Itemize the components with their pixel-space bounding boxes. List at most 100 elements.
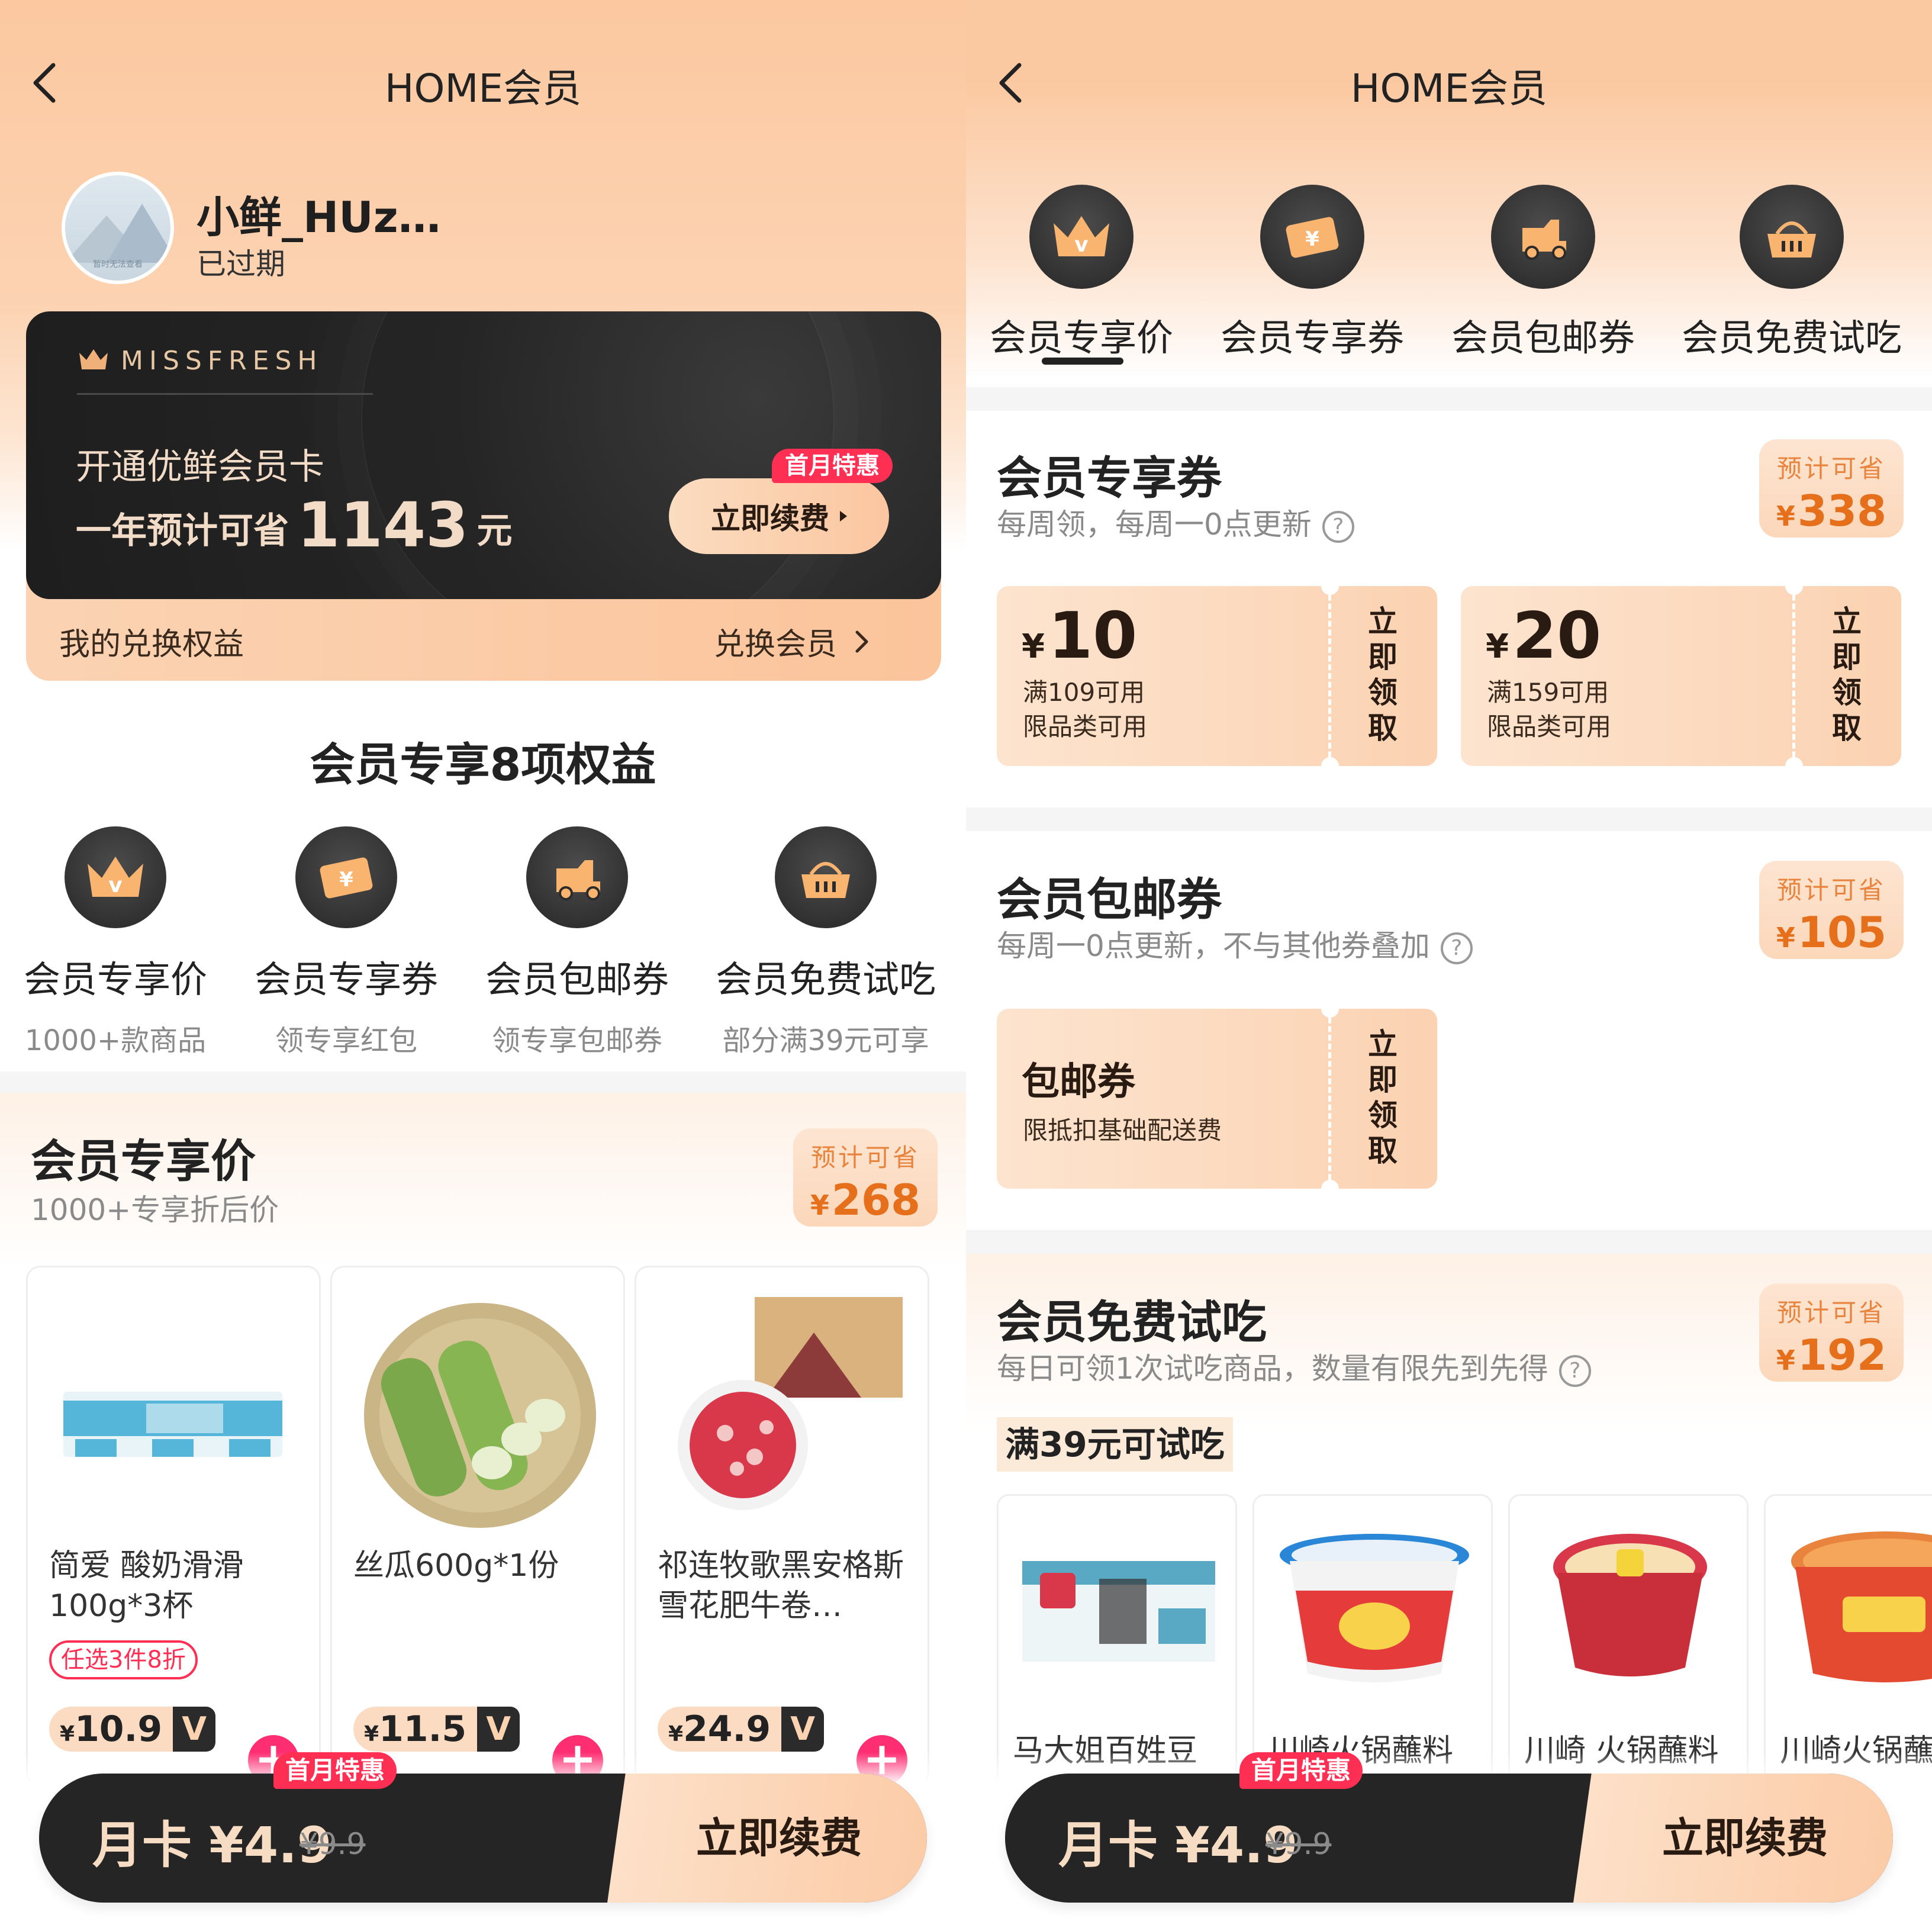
coupon-icon: ¥ [295, 826, 397, 928]
estimated-savings-badge: 预计可省 ¥105 [1759, 861, 1904, 959]
username: 小鲜_HUz… [197, 192, 441, 242]
product-card[interactable]: 祁连牧歌黑安格斯雪花肥牛卷… ¥24.9 V + [635, 1266, 929, 1787]
first-month-badge: 首月特惠 [273, 1752, 397, 1789]
renew-button[interactable]: 立即续费 [669, 478, 889, 554]
product-image [678, 1297, 903, 1510]
product-image [364, 1303, 596, 1528]
member-price: ¥24.9 V [658, 1705, 825, 1753]
original-price: ¥9.9 [300, 1827, 366, 1861]
coupon-description: 限抵扣基础配送费 [1023, 1116, 1222, 1145]
avatar-caption: 暂时无法查看 [93, 260, 143, 269]
section-subtitle: 每日可领1次试吃商品，数量有限先到先得? [997, 1345, 1591, 1388]
coupon-title: 包邮券 [1022, 1060, 1135, 1104]
active-tab-indicator [1042, 358, 1123, 365]
section-title: 会员专享券 [997, 452, 1222, 504]
svg-text:¥: ¥ [1305, 227, 1319, 251]
renew-bar: 月卡 ¥4.9 ¥9.9 立即续费 [1005, 1774, 1893, 1903]
product-image [1553, 1534, 1707, 1676]
brand-name: MISSFRESH [121, 346, 323, 376]
claim-coupon-button[interactable]: 立即领取 [1359, 604, 1406, 746]
monthly-card-price: 月卡 ¥4.9 [1058, 1816, 1298, 1874]
right-screen: HOME会员 v 会员专享价 ¥ 会员专享券 会员包邮券 会员免费试吃 会员专享… [966, 0, 1932, 1931]
divider [0, 1071, 966, 1093]
page-title: HOME会员 [1350, 66, 1548, 111]
coupon-amount: 10 [1048, 599, 1138, 673]
redeem-membership-link[interactable]: 兑换会员 [714, 619, 837, 664]
chevron-right-icon[interactable] [852, 627, 871, 656]
product-image [63, 1392, 282, 1457]
left-screen: HOME会员 暂时无法查看 小鲜_HUz… 已过期 MISSFRESH 开通优鲜… [0, 0, 966, 1931]
tab-free-trial[interactable]: 会员免费试吃 [1676, 185, 1907, 361]
card-savings: 一年预计可省 1143 元 [76, 489, 513, 561]
section-title: 会员专享价 [31, 1135, 256, 1187]
promo-tag: 任选3件8折 [49, 1640, 198, 1679]
estimated-savings-badge: 预计可省 ¥268 [793, 1128, 938, 1227]
benefit-member-coupon[interactable]: ¥ 会员专享券 领专享红包 [231, 826, 462, 1058]
vip-badge: V [477, 1707, 520, 1752]
divider [966, 1230, 1932, 1254]
section-subtitle: 每周一0点更新，不与其他券叠加? [997, 922, 1473, 965]
first-month-badge: 首月特惠 [772, 449, 893, 483]
trial-threshold-tag: 满39元可试吃 [997, 1417, 1233, 1472]
estimated-savings-badge: 预计可省 ¥338 [1759, 439, 1904, 538]
basket-icon [775, 826, 877, 928]
product-name: 丝瓜600g*1份 [353, 1548, 559, 1584]
divider [966, 387, 1932, 411]
benefit-free-trial[interactable]: 会员免费试吃 部分满39元可享 [710, 826, 941, 1058]
help-icon[interactable]: ? [1440, 932, 1473, 964]
product-image [1280, 1534, 1469, 1682]
section-title: 会员包邮券 [997, 873, 1222, 926]
monthly-card-price: 月卡 ¥4.9 [92, 1816, 332, 1874]
first-month-badge: 首月特惠 [1239, 1752, 1363, 1789]
section-subtitle: 1000+专享折后价 [31, 1193, 279, 1227]
coupon-icon: ¥ [1260, 185, 1364, 289]
divider [77, 393, 373, 395]
section-title: 会员免费试吃 [997, 1296, 1267, 1349]
coupon-condition: 满159可用 [1487, 678, 1609, 707]
original-price: ¥9.9 [1266, 1827, 1332, 1861]
benefits-title: 会员专享8项权益 [310, 738, 656, 791]
product-card[interactable]: 丝瓜600g*1份 ¥11.5 V + [330, 1266, 625, 1787]
product-name: 简爱 酸奶滑滑100g*3杯 [49, 1548, 244, 1624]
renew-now-button[interactable]: 立即续费 [631, 1774, 927, 1903]
benefit-member-price[interactable]: v 会员专享价 1000+款商品 [0, 826, 231, 1058]
product-name: 祁连牧歌黑安格斯雪花肥牛卷… [658, 1548, 904, 1624]
delivery-truck-icon [526, 826, 628, 928]
renew-bar: 月卡 ¥4.9 ¥9.9 立即续费 [39, 1774, 927, 1903]
play-arrow-icon [840, 511, 847, 522]
renew-now-button[interactable]: 立即续费 [1597, 1774, 1893, 1903]
svg-text:v: v [108, 873, 122, 897]
basket-icon [1740, 185, 1844, 289]
coupon-card: ¥20 满159可用 限品类可用 立即领取 [1461, 586, 1901, 766]
tab-member-coupon[interactable]: ¥ 会员专享券 [1197, 185, 1428, 361]
vip-badge: V [781, 1707, 825, 1752]
coupon-amount: 20 [1512, 599, 1602, 673]
my-redeem-benefits[interactable]: 我的兑换权益 [59, 619, 244, 664]
divider [966, 807, 1932, 831]
product-image [1022, 1561, 1215, 1662]
benefit-free-shipping[interactable]: 会员包邮券 领专享包邮券 [462, 826, 693, 1058]
member-price: ¥10.9 V [49, 1705, 216, 1753]
section-subtitle: 每周领，每周一0点更新? [997, 501, 1354, 543]
crown-icon: v [65, 826, 166, 928]
member-price: ¥11.5 V [353, 1705, 520, 1753]
vip-badge: V [173, 1707, 216, 1752]
estimated-savings-badge: 预计可省 ¥192 [1759, 1283, 1904, 1382]
claim-coupon-button[interactable]: 立即领取 [1359, 1026, 1406, 1169]
delivery-truck-icon [1491, 185, 1595, 289]
tab-free-shipping[interactable]: 会员包邮券 [1428, 185, 1659, 361]
card-headline: 开通优鲜会员卡 [76, 446, 324, 488]
coupon-scope: 限品类可用 [1023, 712, 1148, 741]
avatar[interactable]: 暂时无法查看 [62, 172, 174, 284]
help-icon[interactable]: ? [1322, 510, 1354, 543]
svg-text:¥: ¥ [339, 868, 353, 892]
crown-icon [79, 349, 108, 369]
product-image [1791, 1531, 1932, 1682]
coupon-card: ¥10 满109可用 限品类可用 立即领取 [997, 586, 1437, 766]
help-icon[interactable]: ? [1559, 1354, 1591, 1387]
shipping-coupon-card: 包邮券 限抵扣基础配送费 立即领取 [997, 1009, 1437, 1189]
product-card[interactable]: 简爱 酸奶滑滑100g*3杯 任选3件8折 ¥10.9 V + [26, 1266, 321, 1787]
tab-member-price[interactable]: v 会员专享价 [966, 185, 1197, 361]
claim-coupon-button[interactable]: 立即领取 [1823, 604, 1870, 746]
membership-status: 已过期 [197, 247, 285, 281]
